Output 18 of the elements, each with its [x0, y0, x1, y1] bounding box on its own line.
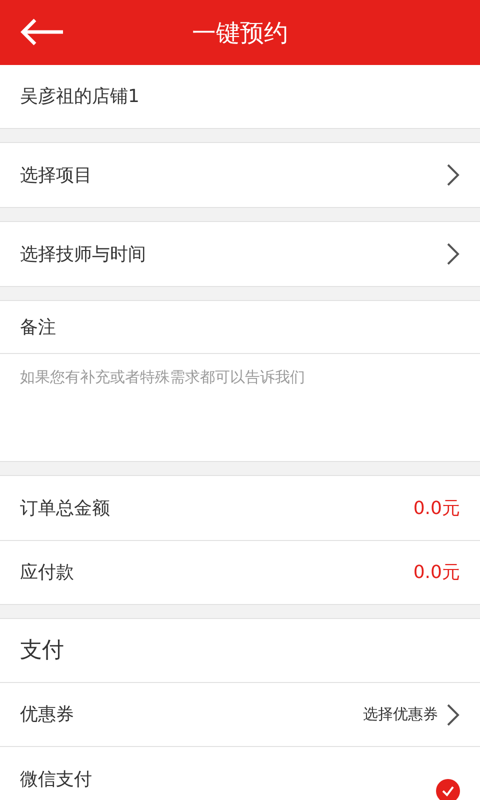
back-arrow-icon — [19, 17, 65, 47]
amount-label: 应付款 — [20, 561, 74, 585]
amount-value: 0.0元 — [413, 561, 460, 585]
select-coupon-button[interactable]: 选择优惠券 — [363, 702, 460, 726]
coupon-label: 优惠券 — [20, 703, 74, 727]
amount-label: 订单总金额 — [20, 496, 110, 520]
page-title: 一键预约 — [192, 18, 288, 48]
select-row[interactable]: 选择项目 — [0, 143, 480, 207]
select-row[interactable]: 选择技师与时间 — [0, 222, 480, 286]
chevron-right-icon — [446, 242, 460, 266]
shop-name: 吴彦祖的店铺1 — [20, 85, 140, 109]
chevron-right-icon — [446, 163, 460, 187]
amount-value: 0.0元 — [413, 496, 460, 520]
payment-title: 支付 — [20, 637, 64, 665]
note-label: 备注 — [20, 316, 56, 340]
chevron-right-icon — [446, 702, 460, 726]
note-field[interactable]: 如果您有补充或者特殊需求都可以告诉我们 — [0, 354, 480, 461]
payment-method-label: 微信支付 — [20, 768, 92, 792]
